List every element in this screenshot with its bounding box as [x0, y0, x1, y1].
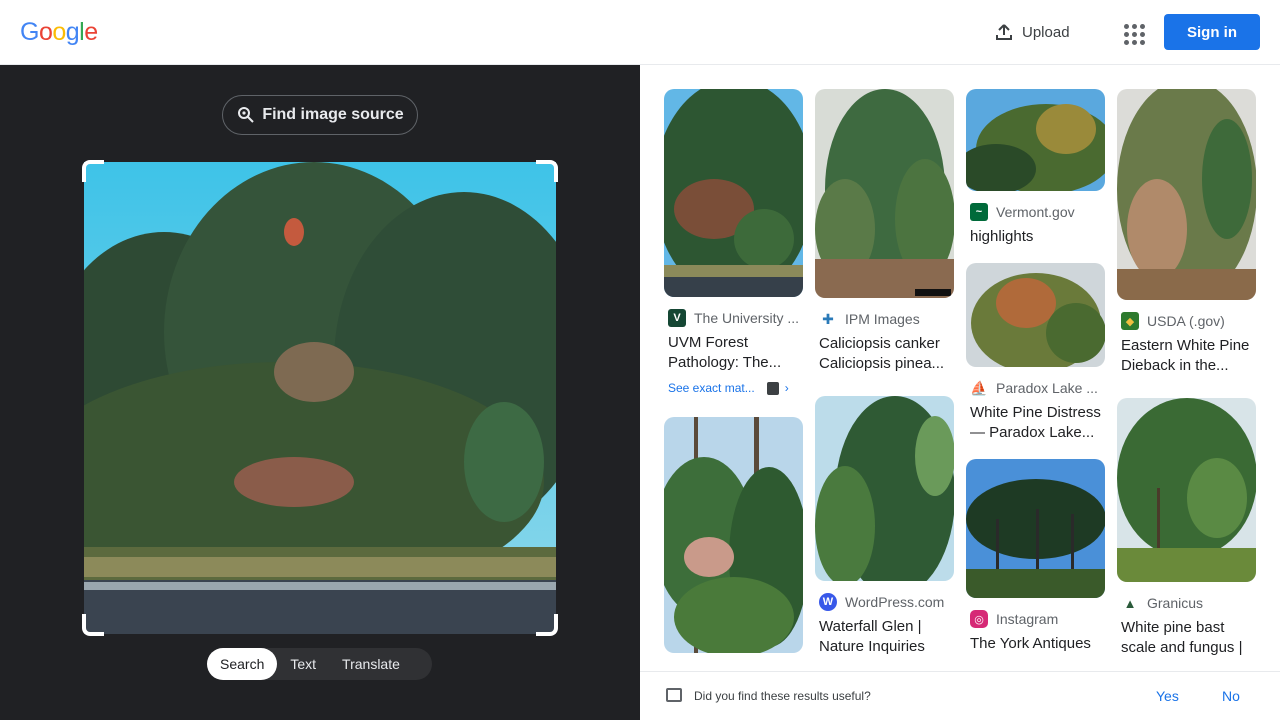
results-column: ~ Vermont.gov highlights ⛵ Paradox Lake ..… — [966, 89, 1105, 668]
result-thumbnail[interactable] — [966, 459, 1105, 598]
usda-icon: ◆ — [1121, 312, 1139, 330]
crop-handle-top-right[interactable] — [536, 160, 558, 182]
results-column: V The University ... UVM Forest Pathology… — [664, 89, 803, 667]
upload-label: Upload — [1022, 23, 1070, 41]
result-thumbnail[interactable] — [664, 417, 803, 653]
result-title[interactable]: highlights — [966, 227, 1105, 247]
result-thumbnail[interactable] — [966, 263, 1105, 367]
result-title[interactable]: Waterfall Glen | Nature Inquiries — [815, 617, 954, 657]
find-image-source-button[interactable]: Find image source — [222, 95, 418, 135]
chevron-right-icon: › — [784, 381, 789, 395]
result-card[interactable]: ▲ Granicus White pine bast scale and fung… — [1117, 398, 1256, 658]
result-title[interactable]: Caliciopsis canker Caliciopsis pinea... — [815, 334, 954, 374]
lens-mode-switcher: Search Text Translate — [207, 648, 432, 680]
result-title[interactable]: The York Antiques — [966, 634, 1105, 654]
instagram-icon: ◎ — [970, 610, 988, 628]
result-card[interactable]: ◎ Instagram The York Antiques — [966, 459, 1105, 654]
upload-button[interactable]: Upload — [986, 16, 1078, 48]
result-card[interactable] — [664, 417, 803, 653]
crop-handle-top-left[interactable] — [82, 160, 104, 182]
result-title[interactable]: White Pine Distress — Paradox Lake... — [966, 403, 1105, 443]
upload-icon — [996, 24, 1012, 40]
sign-in-button[interactable]: Sign in — [1164, 14, 1260, 50]
wordpress-icon: W — [819, 593, 837, 611]
vermont-gov-icon: ~ — [970, 203, 988, 221]
visual-matches-panel: V The University ... UVM Forest Pathology… — [640, 65, 1280, 671]
uvm-shield-icon: V — [668, 309, 686, 327]
result-source: ~ Vermont.gov — [966, 203, 1105, 221]
result-title[interactable]: White pine bast scale and fungus | — [1117, 618, 1256, 658]
exact-match-thumbnail — [766, 381, 779, 395]
result-thumbnail[interactable] — [1117, 89, 1256, 300]
result-card[interactable]: W WordPress.com Waterfall Glen | Nature I… — [815, 396, 954, 657]
query-image[interactable] — [84, 162, 556, 634]
result-source: ⛵ Paradox Lake ... — [970, 379, 1098, 397]
results-column: ◆ USDA (.gov) Eastern White Pine Dieback … — [1117, 89, 1256, 671]
result-thumbnail[interactable] — [815, 89, 954, 298]
result-thumbnail[interactable] — [966, 89, 1105, 191]
feedback-yes-button[interactable]: Yes — [1156, 688, 1179, 704]
lens-search-icon — [238, 107, 255, 123]
see-exact-matches-link[interactable]: See exact mat... › — [664, 381, 803, 395]
feedback-icon — [666, 688, 682, 702]
google-apps-icon[interactable] — [1116, 16, 1148, 48]
result-thumbnail[interactable] — [815, 396, 954, 581]
find-image-source-label: Find image source — [262, 106, 404, 123]
result-title[interactable]: Eastern White Pine Dieback in the... — [1117, 336, 1256, 376]
top-bar: Google Upload Sign in — [0, 0, 1280, 65]
lens-panel: Find image source Search Text Translate — [0, 65, 640, 720]
result-card[interactable]: ⛵ Paradox Lake ... White Pine Distress — … — [966, 263, 1105, 443]
result-title[interactable]: UVM Forest Pathology: The... — [664, 333, 803, 373]
tab-translate[interactable]: Translate — [329, 648, 413, 680]
tab-search[interactable]: Search — [207, 648, 278, 680]
granicus-icon: ▲ — [1121, 594, 1139, 612]
result-card[interactable]: ✚ IPM Images Caliciopsis canker Caliciops… — [815, 89, 954, 374]
result-card[interactable]: ◆ USDA (.gov) Eastern White Pine Dieback … — [1117, 89, 1256, 376]
result-thumbnail[interactable] — [1117, 398, 1256, 582]
results-column: ✚ IPM Images Caliciopsis canker Caliciops… — [815, 89, 954, 671]
result-source: ◆ USDA (.gov) — [1117, 312, 1256, 330]
result-source: ✚ IPM Images — [815, 310, 954, 328]
google-logo[interactable]: Google — [20, 18, 98, 47]
result-source: V The University ... — [664, 309, 803, 327]
feedback-bar: Did you find these results useful? Yes N… — [640, 671, 1280, 720]
result-source: ▲ Granicus — [1117, 594, 1256, 612]
result-source: W WordPress.com — [815, 593, 954, 611]
feedback-question: Did you find these results useful? — [694, 689, 871, 703]
crop-handle-bottom-left[interactable] — [82, 614, 104, 636]
crop-handle-bottom-right[interactable] — [536, 614, 558, 636]
result-card[interactable]: ~ Vermont.gov highlights — [966, 89, 1105, 247]
result-thumbnail[interactable] — [664, 89, 803, 297]
paradox-lake-icon: ⛵ — [970, 379, 988, 397]
feedback-no-button[interactable]: No — [1222, 688, 1240, 704]
tab-text[interactable]: Text — [277, 648, 329, 680]
result-source: ◎ Instagram — [966, 610, 1105, 628]
ipm-images-icon: ✚ — [819, 310, 837, 328]
result-card[interactable]: V The University ... UVM Forest Pathology… — [664, 89, 803, 395]
